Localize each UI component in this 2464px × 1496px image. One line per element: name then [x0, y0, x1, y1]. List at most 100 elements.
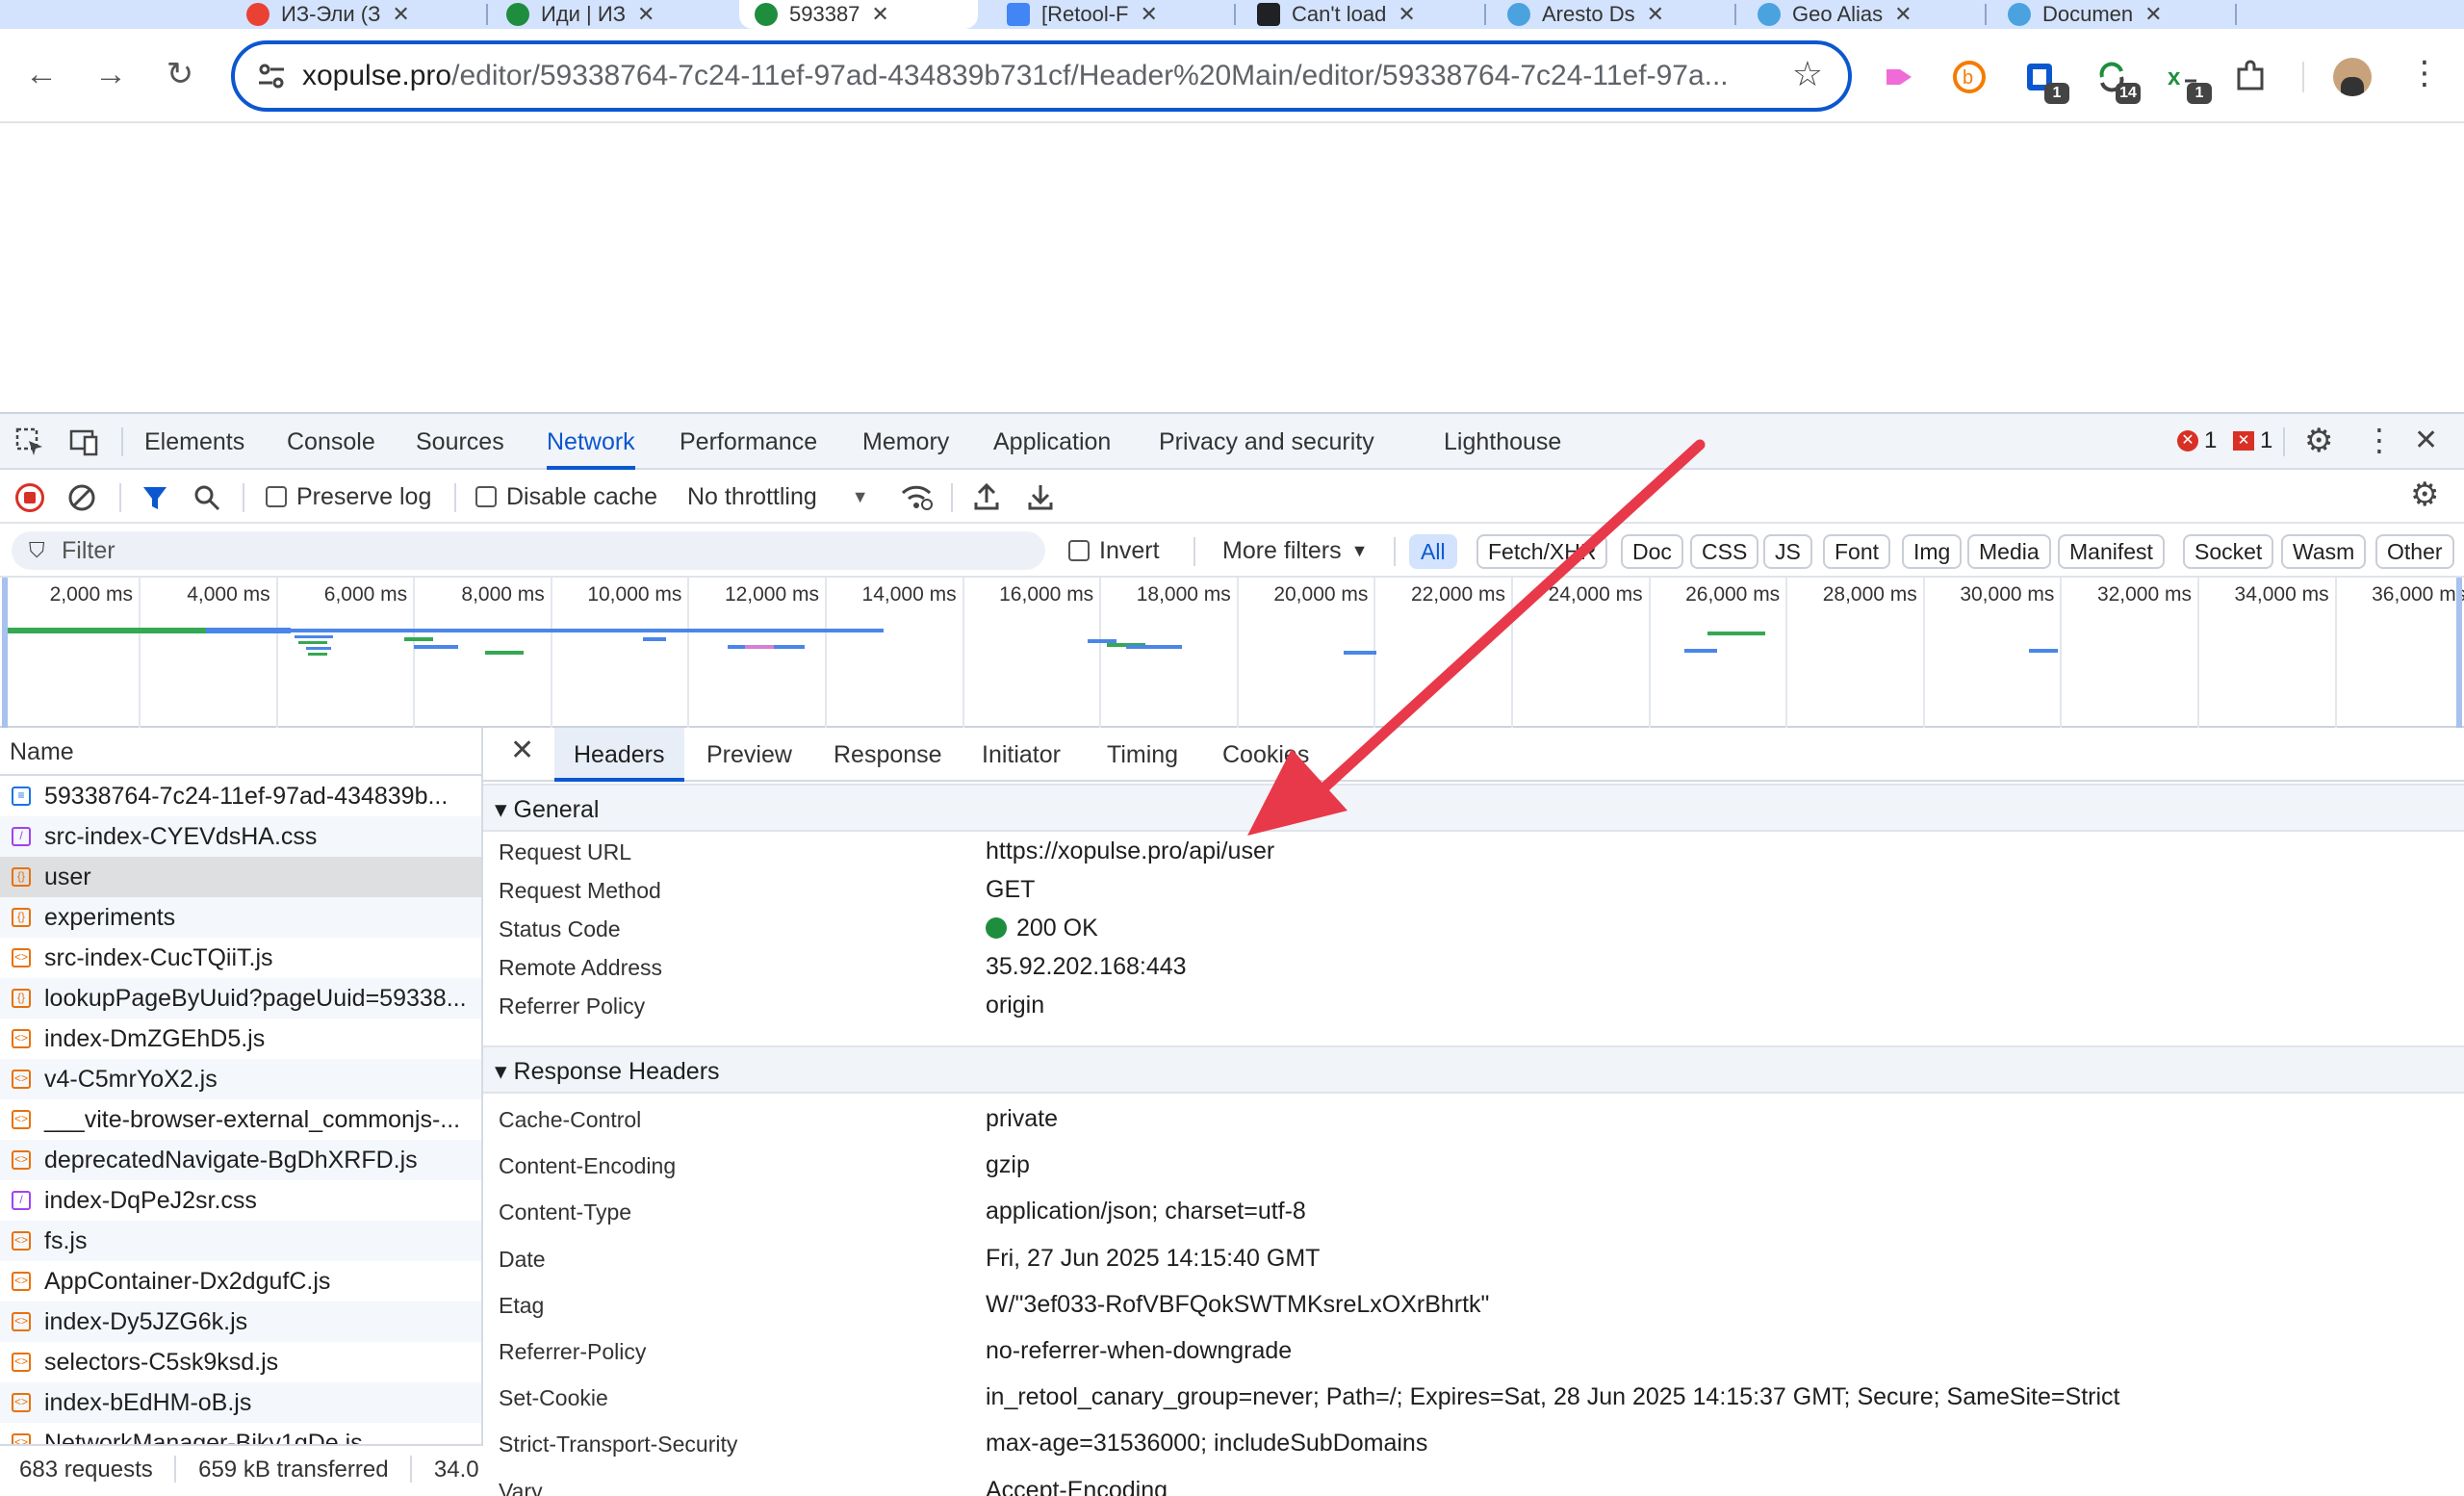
header-value[interactable]: in_retool_canary_group=never; Path=/; Ex…	[986, 1383, 2119, 1411]
tab-elements[interactable]: Elements	[144, 414, 244, 470]
devtools-menu-icon[interactable]: ⋮	[2364, 422, 2395, 458]
name-column-header[interactable]: Name	[0, 728, 481, 776]
tab-close-icon[interactable]: ✕	[2144, 2, 2162, 27]
request-row[interactable]: {} user	[0, 857, 481, 897]
clear-icon[interactable]	[67, 483, 96, 512]
header-value[interactable]: Fri, 27 Jun 2025 14:15:40 GMT	[986, 1245, 1320, 1273]
reload-button[interactable]: ↻	[156, 50, 204, 98]
type-chip-media[interactable]: Media	[1967, 534, 2051, 569]
header-value[interactable]: GET	[986, 876, 1035, 904]
close-details-icon[interactable]: ✕	[510, 734, 534, 767]
back-button[interactable]: ←	[17, 50, 65, 98]
tab-timing[interactable]: Timing	[1107, 728, 1178, 782]
checkbox-box[interactable]	[475, 486, 497, 507]
header-value[interactable]: W/"3ef033-RofVBFQokSWTMKsreLxOXrBhrtk"	[986, 1291, 1489, 1319]
checkbox-box[interactable]	[266, 486, 287, 507]
header-value[interactable]: gzip	[986, 1151, 1030, 1179]
header-value[interactable]: max-age=31536000; includeSubDomains	[986, 1430, 1427, 1457]
tab-close-icon[interactable]: ✕	[1140, 2, 1157, 27]
header-value[interactable]: 200 OK	[986, 915, 1098, 942]
type-chip-css[interactable]: CSS	[1690, 534, 1759, 569]
extension-arrow-icon[interactable]	[1881, 58, 1919, 96]
tab-network[interactable]: Network	[547, 414, 635, 470]
browser-tab[interactable]: Иди | ИЗ ✕	[491, 0, 722, 29]
request-row[interactable]: <> selectors-C5sk9ksd.js	[0, 1342, 481, 1382]
type-chip-all[interactable]: All	[1409, 534, 1457, 569]
request-row[interactable]: ≡ 59338764-7c24-11ef-97ad-434839b...	[0, 776, 481, 816]
request-row[interactable]: <> ___vite-browser-external_commonjs-...	[0, 1099, 481, 1140]
request-row[interactable]: <> index-bEdHM-oB.js	[0, 1382, 481, 1423]
extension-excel-icon[interactable]: x 1	[2164, 58, 2212, 104]
header-value[interactable]: application/json; charset=utf-8	[986, 1198, 1306, 1225]
browser-tab[interactable]: Documen ✕	[1992, 0, 2223, 29]
header-value[interactable]: no-referrer-when-downgrade	[986, 1337, 1292, 1365]
tab-memory[interactable]: Memory	[862, 414, 949, 470]
more-filters-dropdown[interactable]: More filters ▼	[1222, 524, 1368, 578]
throttling-select[interactable]: No throttling ▼	[687, 470, 869, 524]
checkbox-box[interactable]	[1068, 540, 1090, 561]
request-row[interactable]: {} lookupPageByUuid?pageUuid=59338...	[0, 978, 481, 1019]
extensions-puzzle-icon[interactable]	[2231, 58, 2270, 96]
bookmark-star-icon[interactable]: ☆	[1792, 54, 1823, 94]
type-chip-manifest[interactable]: Manifest	[2058, 534, 2165, 569]
browser-tab[interactable]: Aresto Ds ✕	[1492, 0, 1723, 29]
import-har-icon[interactable]	[972, 481, 1001, 512]
tab-close-icon[interactable]: ✕	[637, 2, 654, 27]
network-conditions-icon[interactable]	[899, 481, 934, 512]
request-row[interactable]: {} experiments	[0, 897, 481, 938]
request-row[interactable]: <> v4-C5mrYoX2.js	[0, 1059, 481, 1099]
tab-close-icon[interactable]: ✕	[392, 2, 409, 27]
type-chip-fetch-xhr[interactable]: Fetch/XHR	[1476, 534, 1608, 569]
type-chip-js[interactable]: JS	[1763, 534, 1812, 569]
tab-preview[interactable]: Preview	[706, 728, 792, 782]
browser-tab[interactable]: [Retool-F ✕	[991, 0, 1222, 29]
forward-button[interactable]: →	[87, 50, 135, 98]
inspect-element-icon[interactable]	[13, 426, 46, 458]
tab-performance[interactable]: Performance	[680, 414, 817, 470]
type-chip-font[interactable]: Font	[1823, 534, 1891, 569]
request-row[interactable]: / index-DqPeJ2sr.css	[0, 1180, 481, 1221]
tab-response[interactable]: Response	[834, 728, 942, 782]
network-overview-timeline[interactable]: 2,000 ms 4,000 ms 6,000 ms 8,000 ms 10,000 m…	[0, 578, 2464, 728]
stop-recording-icon[interactable]	[15, 483, 44, 512]
request-row[interactable]: <> deprecatedNavigate-BgDhXRFD.js	[0, 1140, 481, 1180]
tab-close-icon[interactable]: ✕	[1398, 2, 1415, 27]
tab-initiator[interactable]: Initiator	[982, 728, 1061, 782]
close-devtools-icon[interactable]: ✕	[2414, 424, 2438, 457]
timeline-range-handle[interactable]	[2, 578, 8, 728]
request-row[interactable]: / src-index-CYEVdsHA.css	[0, 816, 481, 857]
type-chip-other[interactable]: Other	[2375, 534, 2454, 569]
url-text[interactable]: xopulse.pro/editor/59338764-7c24-11ef-97…	[302, 60, 1784, 92]
tab-sources[interactable]: Sources	[416, 414, 504, 470]
tab-headers[interactable]: Headers	[554, 728, 684, 782]
browser-tab[interactable]: ИЗ-Эли (З ✕	[231, 0, 462, 29]
browser-tab[interactable]: Geo Alias ✕	[1742, 0, 1973, 29]
header-value[interactable]: 35.92.202.168:443	[986, 953, 1187, 981]
extension-clipboard-icon[interactable]: 1	[2021, 58, 2069, 104]
header-value[interactable]: origin	[986, 992, 1044, 1019]
type-chip-doc[interactable]: Doc	[1621, 534, 1683, 569]
settings-gear-icon[interactable]: ⚙	[2304, 422, 2333, 460]
network-settings-gear-icon[interactable]: ⚙	[2410, 476, 2439, 514]
tab-close-icon[interactable]: ✕	[1894, 2, 1912, 27]
type-chip-img[interactable]: Img	[1902, 534, 1963, 569]
tab-application[interactable]: Application	[993, 414, 1111, 470]
general-section-header[interactable]: ▾ General	[483, 784, 2464, 832]
header-value[interactable]: private	[986, 1105, 1058, 1133]
request-row[interactable]: <> fs.js	[0, 1221, 481, 1261]
disable-cache-checkbox[interactable]: Disable cache	[475, 470, 657, 524]
request-row[interactable]: <> index-Dy5JZG6k.js	[0, 1302, 481, 1342]
response-headers-section-header[interactable]: ▾ Response Headers	[483, 1045, 2464, 1094]
request-row[interactable]: <> AppContainer-Dx2dgufC.js	[0, 1261, 481, 1302]
error-counter[interactable]: ✕ 1	[2177, 427, 2217, 454]
type-chip-socket[interactable]: Socket	[2183, 534, 2274, 569]
profile-avatar[interactable]	[2333, 58, 2372, 96]
filter-funnel-icon[interactable]	[141, 483, 169, 512]
type-chip-wasm[interactable]: Wasm	[2281, 534, 2367, 569]
timeline-range-handle[interactable]	[2456, 578, 2462, 728]
issue-counter[interactable]: ✕ 1	[2233, 427, 2272, 454]
tab-close-icon[interactable]: ✕	[1647, 2, 1664, 27]
invert-checkbox[interactable]: Invert	[1068, 524, 1160, 578]
tab-privacy-security[interactable]: Privacy and security	[1159, 414, 1374, 470]
site-info-icon[interactable]	[256, 61, 287, 91]
